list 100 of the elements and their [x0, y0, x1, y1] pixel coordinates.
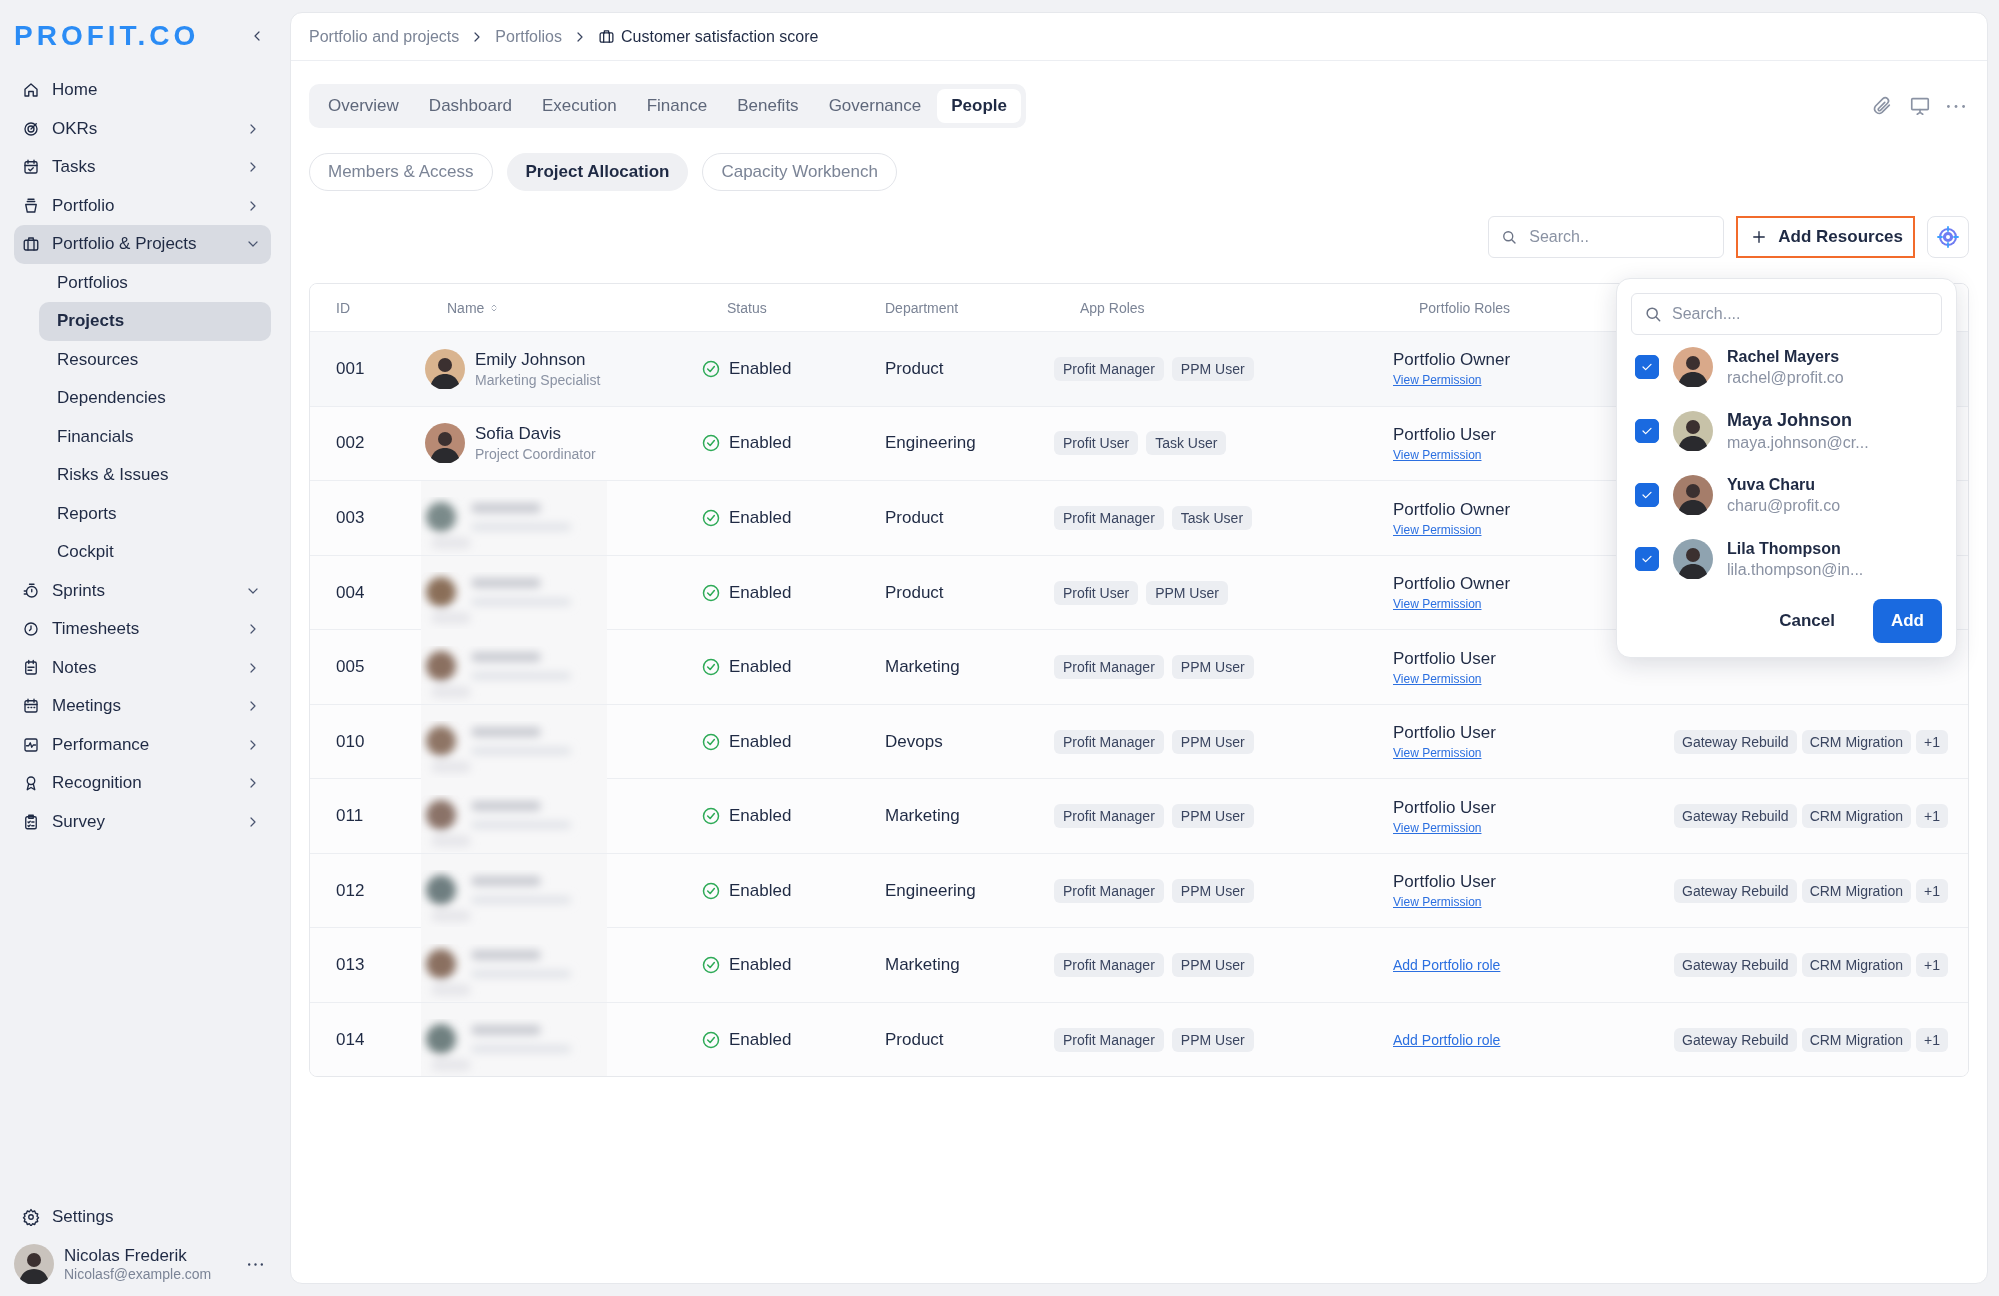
- sidebar-item[interactable]: Survey: [14, 802, 271, 841]
- clipboard-icon: [22, 812, 40, 831]
- id-cell-text: 003: [335, 507, 366, 529]
- role-tag: Profit Manager: [1054, 878, 1164, 903]
- paperclip-icon[interactable]: [1871, 95, 1893, 117]
- status-text: Enabled: [729, 731, 792, 752]
- briefcase-icon: [598, 28, 615, 45]
- sidebar-item[interactable]: Timesheets: [14, 610, 271, 649]
- department-cell-text: Product: [884, 507, 945, 529]
- add-role-link[interactable]: Add Portfolio role: [1393, 957, 1501, 973]
- check-circle-icon: [701, 582, 721, 603]
- more-button[interactable]: [248, 1262, 263, 1266]
- portfolio-role: Portfolio Owner: [1393, 499, 1511, 520]
- sidebar-subitem[interactable]: Financials: [39, 417, 271, 456]
- sidebar-subitem[interactable]: Dependencies: [39, 379, 271, 418]
- checkbox[interactable]: [1635, 483, 1659, 507]
- basket-icon: [22, 196, 40, 215]
- check-circle-icon: [701, 731, 721, 752]
- tab[interactable]: Governance: [814, 89, 936, 123]
- sidebar-item[interactable]: Portfolio: [14, 186, 271, 225]
- subtab[interactable]: Project Allocation: [506, 153, 689, 191]
- view-permission-link[interactable]: View Permission: [1393, 671, 1482, 686]
- check-circle-icon: [701, 955, 721, 975]
- tab[interactable]: Dashboard: [414, 89, 527, 123]
- sidebar-item[interactable]: Sprints: [14, 571, 271, 610]
- role-tag: PPM User: [1171, 878, 1254, 903]
- person-name: Emily Johnson: [475, 349, 587, 370]
- tab[interactable]: Overview: [314, 89, 413, 123]
- breadcrumb-link[interactable]: Portfolio and projects: [309, 27, 460, 46]
- column-header: Name: [447, 299, 485, 316]
- view-permission-link[interactable]: View Permission: [1393, 820, 1482, 835]
- sidebar-subitem[interactable]: Projects: [39, 302, 271, 341]
- view-permission-link[interactable]: View Permission: [1393, 746, 1482, 760]
- person-name: Yuva Charu: [1727, 475, 1817, 494]
- breadcrumb-link[interactable]: Customer satisfaction score: [621, 27, 819, 46]
- sidebar-item[interactable]: Portfolio & Projects: [14, 225, 271, 264]
- view-permission-link[interactable]: View Permission: [1393, 373, 1482, 388]
- portfolio-role: Portfolio User: [1393, 424, 1496, 445]
- column-header: Status: [727, 299, 767, 316]
- checkbox[interactable]: [1635, 419, 1659, 443]
- target-icon: [1936, 225, 1960, 249]
- search-field[interactable]: Search..: [1488, 216, 1725, 258]
- settings-icon: [22, 1207, 40, 1226]
- add-button[interactable]: Add: [1872, 599, 1942, 643]
- sidebar-subitem[interactable]: Portfolios: [39, 263, 271, 302]
- sidebar-subitem[interactable]: Reports: [39, 494, 271, 533]
- sidebar-item[interactable]: Tasks: [14, 148, 271, 187]
- home-icon: [22, 81, 40, 100]
- breadcrumb-link[interactable]: Portfolios: [495, 27, 562, 46]
- settings-item[interactable]: Settings: [14, 1197, 271, 1236]
- calendar-check-icon: [22, 158, 40, 177]
- sidebar-item[interactable]: Recognition: [14, 764, 271, 803]
- id-cell-text: 011: [335, 805, 365, 827]
- sidebar-subitem[interactable]: Cockpit: [39, 533, 271, 572]
- view-permission-link[interactable]: View Permission: [1393, 522, 1482, 537]
- sidebar-item[interactable]: Notes: [14, 648, 271, 687]
- project-tag: CRM Migration: [1801, 804, 1911, 828]
- sidebar-item[interactable]: Performance: [14, 725, 271, 764]
- person-title: Project Coordinator: [475, 446, 596, 463]
- view-permission-link[interactable]: View Permission: [1393, 447, 1482, 462]
- tab[interactable]: People: [937, 89, 1021, 123]
- cancel-button[interactable]: Cancel: [1761, 599, 1853, 643]
- project-tag: +1: [1916, 804, 1948, 828]
- view-permission-link[interactable]: View Permission: [1393, 895, 1482, 909]
- tab[interactable]: Finance: [632, 89, 722, 123]
- calendar-icon: [22, 697, 40, 716]
- search-field[interactable]: Search....: [1631, 293, 1942, 335]
- role-tag: Profit Manager: [1054, 655, 1164, 679]
- avatar: [1673, 539, 1713, 579]
- id-cell-text: 012: [335, 879, 366, 902]
- view-permission-link[interactable]: View Permission: [1393, 597, 1482, 611]
- portfolio-role: Portfolio Owner: [1393, 350, 1511, 371]
- person-name: Sofia Davis: [475, 424, 562, 445]
- sidebar-item[interactable]: Home: [14, 71, 271, 110]
- avatar: [425, 348, 465, 389]
- portfolio-role: Portfolio Owner: [1393, 574, 1511, 594]
- target-button[interactable]: [1927, 216, 1969, 258]
- add-resources-button[interactable]: Add Resources: [1736, 216, 1915, 258]
- add-role-link[interactable]: Add Portfolio role: [1393, 1031, 1501, 1048]
- sidebar-subitem[interactable]: Risks & Issues: [39, 456, 271, 495]
- checkbox[interactable]: [1635, 547, 1659, 571]
- id-cell-text: 002: [335, 432, 366, 455]
- status-text: Enabled: [729, 582, 792, 603]
- presentation-icon[interactable]: [1909, 95, 1931, 117]
- check-circle-icon: [701, 433, 721, 454]
- column-header: App Roles: [1080, 299, 1145, 316]
- id-cell-text: 005: [335, 656, 366, 678]
- search-icon: [1643, 304, 1663, 324]
- department-cell-text: Devops: [884, 730, 944, 753]
- tab[interactable]: Benefits: [723, 89, 813, 123]
- sidebar-subitem[interactable]: Resources: [39, 340, 271, 379]
- more-icon[interactable]: [1947, 104, 1965, 108]
- check-circle-icon: [701, 508, 721, 528]
- id-cell-text: 001: [335, 357, 366, 380]
- role-tag: Task User: [1146, 431, 1227, 456]
- portfolio-role: Portfolio User: [1393, 872, 1496, 892]
- sidebar-item[interactable]: Meetings: [14, 687, 271, 726]
- checkbox[interactable]: [1635, 355, 1659, 379]
- sidebar-item[interactable]: OKRs: [14, 109, 271, 148]
- tab[interactable]: Execution: [528, 89, 631, 123]
